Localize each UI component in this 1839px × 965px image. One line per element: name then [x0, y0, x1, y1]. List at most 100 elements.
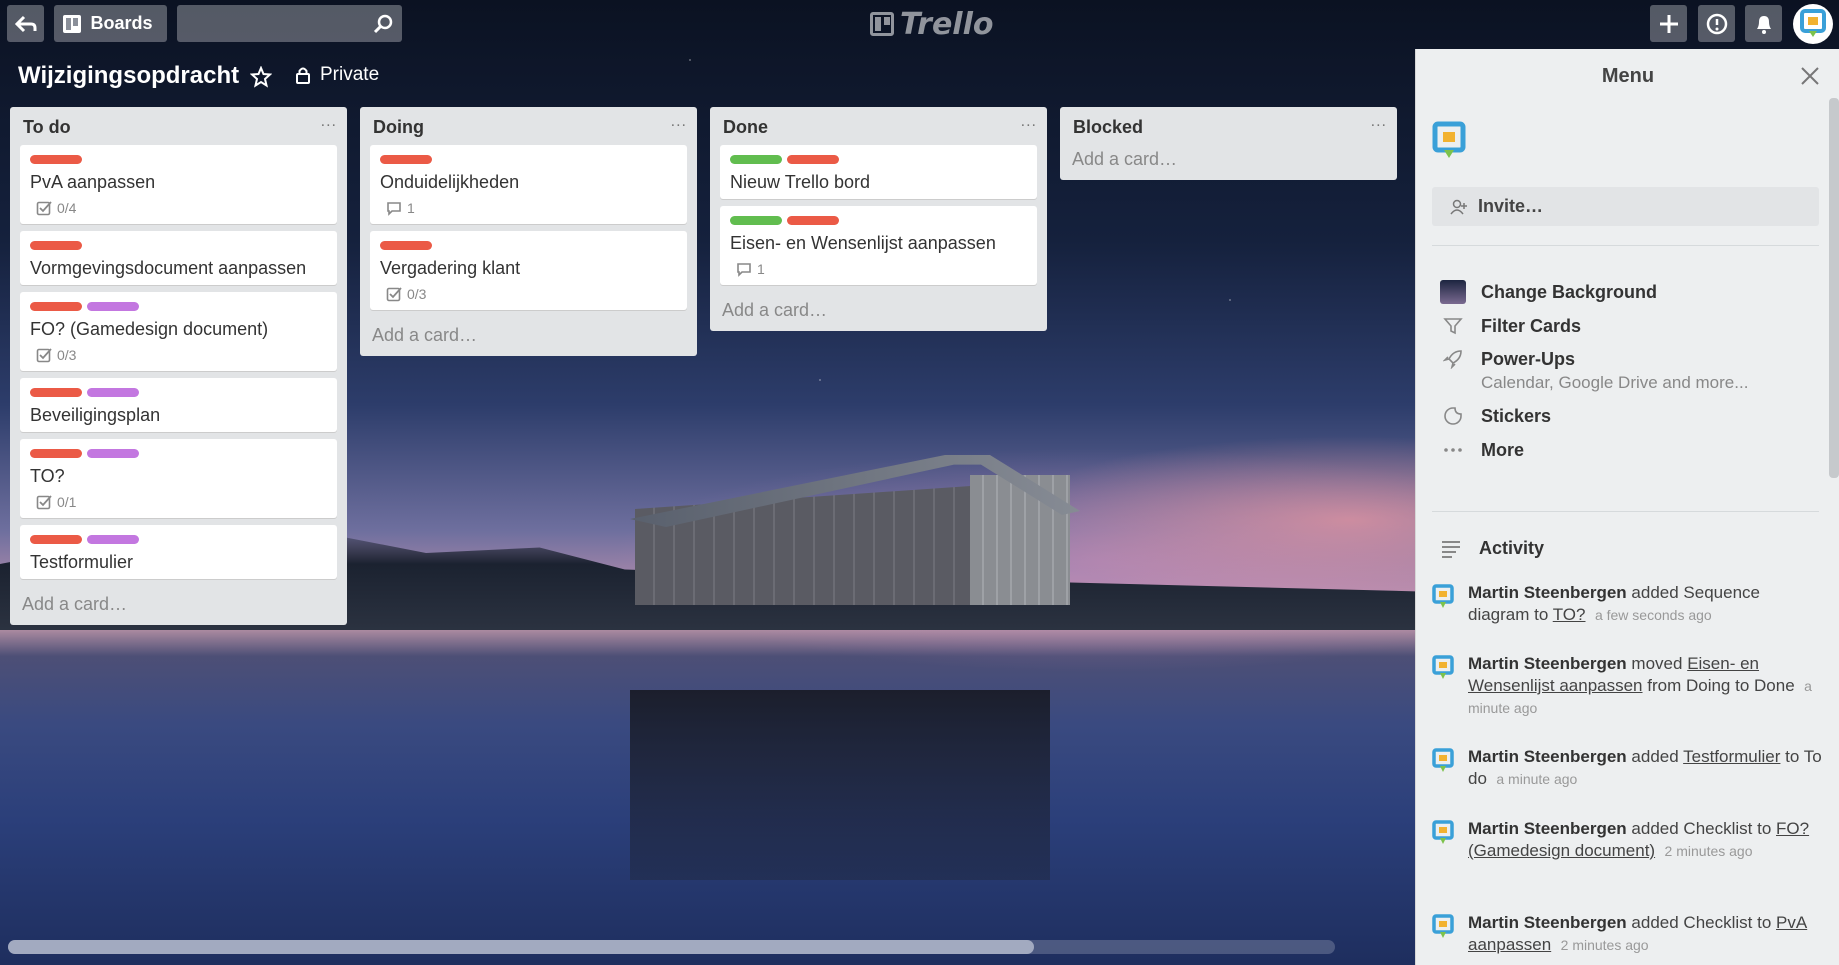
activity-time[interactable]: a minute ago: [1496, 771, 1577, 787]
member-avatar-icon[interactable]: [1432, 914, 1456, 940]
card-title: TO?: [30, 466, 65, 486]
card-vergadering-klant[interactable]: Vergadering klant 0/3: [370, 231, 687, 310]
board-title[interactable]: Wijzigingsopdracht: [18, 62, 239, 90]
label-red: [30, 388, 82, 397]
divider: [1432, 511, 1819, 512]
back-arrow-icon: [14, 15, 36, 32]
activity-time[interactable]: 2 minutes ago: [1665, 843, 1753, 859]
card-title: Onduidelijkheden: [380, 172, 520, 192]
comment-badge: 1: [730, 259, 1027, 279]
notifications-button[interactable]: [1745, 5, 1782, 42]
add-card-button[interactable]: Add a card…: [720, 292, 1037, 321]
list-header: Done ...: [720, 107, 1037, 145]
back-button[interactable]: [7, 5, 44, 42]
label-red: [30, 155, 82, 164]
activity-item: Martin Steenbergen moved Eisen- en Wense…: [1432, 653, 1822, 719]
add-card-button[interactable]: Add a card…: [1070, 145, 1387, 170]
card-eisen-wensenlijst[interactable]: Eisen- en Wensenlijst aanpassen 1: [720, 206, 1037, 285]
top-header: Boards Trello: [0, 0, 1839, 47]
activity-item: Martin Steenbergen added Testformulier t…: [1432, 746, 1822, 790]
label-green: [730, 155, 782, 164]
add-button[interactable]: [1650, 5, 1687, 42]
card-to[interactable]: TO? 0/1: [20, 439, 337, 518]
filter-icon: [1440, 314, 1466, 338]
card-labels: [30, 241, 327, 250]
card-fo-gamedesign[interactable]: FO? (Gamedesign document) 0/3: [20, 292, 337, 371]
activity-user[interactable]: Martin Steenbergen: [1468, 913, 1627, 932]
stickers-item[interactable]: Stickers: [1440, 404, 1551, 428]
invite-button[interactable]: Invite…: [1432, 187, 1819, 226]
activity-icon: [1442, 540, 1460, 558]
activity-user[interactable]: Martin Steenbergen: [1468, 747, 1627, 766]
activity-text: Martin Steenbergen moved Eisen- en Wense…: [1468, 653, 1822, 719]
card-vormgevingsdocument[interactable]: Vormgevingsdocument aanpassen: [20, 231, 337, 285]
card-pva-aanpassen[interactable]: PvA aanpassen 0/4: [20, 145, 337, 224]
menu-sidebar: Menu Invite… Change Background Filter Ca…: [1415, 49, 1839, 965]
list-menu-icon[interactable]: ...: [1021, 113, 1037, 131]
checklist-badge: 0/3: [380, 284, 677, 304]
list-done: Done ... Nieuw Trello bord Eisen- en Wen…: [710, 107, 1047, 331]
card-onduidelijkheden[interactable]: Onduidelijkheden 1: [370, 145, 687, 224]
search-icon[interactable]: [372, 13, 394, 35]
list-title[interactable]: Doing: [373, 117, 424, 138]
info-button[interactable]: [1698, 5, 1735, 42]
activity-time[interactable]: 2 minutes ago: [1561, 937, 1649, 953]
member-avatar-icon[interactable]: [1432, 655, 1456, 681]
add-member-icon: [1450, 199, 1467, 214]
activity-time[interactable]: a few seconds ago: [1595, 607, 1712, 623]
trello-logo[interactable]: Trello: [870, 6, 994, 42]
menu-item-label: Power-Ups: [1481, 349, 1576, 369]
activity-user[interactable]: Martin Steenbergen: [1468, 819, 1627, 838]
card-nieuw-trello-bord[interactable]: Nieuw Trello bord: [720, 145, 1037, 199]
search-box[interactable]: [177, 5, 402, 42]
label-red: [380, 155, 432, 164]
activity-header: Activity: [1440, 538, 1544, 559]
activity-user[interactable]: Martin Steenbergen: [1468, 583, 1627, 602]
close-icon[interactable]: [1799, 65, 1821, 87]
list-menu-icon[interactable]: ...: [671, 113, 687, 131]
card-title: Vormgevingsdocument aanpassen: [30, 258, 307, 278]
user-avatar[interactable]: [1793, 4, 1833, 44]
list-title[interactable]: Done: [723, 117, 768, 138]
boathouse-image: [630, 455, 1080, 655]
menu-item-label: Filter Cards: [1481, 316, 1582, 336]
more-item[interactable]: More: [1440, 438, 1524, 462]
list-menu-icon[interactable]: ...: [1371, 113, 1387, 131]
activity-card-link[interactable]: Testformulier: [1683, 747, 1780, 766]
add-card-button[interactable]: Add a card…: [370, 317, 687, 346]
logo-text: Trello: [900, 6, 994, 42]
comment-badge: 1: [380, 198, 677, 218]
visibility-button[interactable]: Private: [295, 64, 379, 86]
sticker-icon: [1440, 404, 1466, 428]
search-input[interactable]: [177, 5, 367, 42]
list-menu-icon[interactable]: ...: [321, 113, 337, 131]
list-title[interactable]: To do: [23, 117, 71, 138]
activity-card-link[interactable]: TO?: [1553, 605, 1586, 624]
activity-user[interactable]: Martin Steenbergen: [1468, 654, 1627, 673]
filter-cards-item[interactable]: Filter Cards: [1440, 314, 1581, 338]
checklist-icon: [36, 348, 52, 363]
list-title[interactable]: Blocked: [1073, 117, 1143, 138]
member-avatar-icon[interactable]: [1432, 584, 1456, 610]
checklist-count: 0/4: [57, 200, 77, 216]
star-icon[interactable]: [250, 66, 272, 88]
member-avatar-icon[interactable]: [1432, 820, 1456, 846]
power-ups-item[interactable]: Power-Ups Calendar, Google Drive and mor…: [1440, 347, 1748, 393]
activity-item: Martin Steenbergen added Checklist to Pv…: [1432, 912, 1822, 956]
change-background-item[interactable]: Change Background: [1440, 280, 1657, 304]
comment-icon: [737, 263, 751, 277]
card-beveiligingsplan[interactable]: Beveiligingsplan: [20, 378, 337, 432]
add-card-button[interactable]: Add a card…: [20, 586, 337, 615]
horizontal-scrollbar-thumb[interactable]: [8, 940, 1034, 954]
activity-text: Martin Steenbergen added Testformulier t…: [1468, 746, 1822, 790]
checklist-badge: 0/1: [30, 492, 327, 512]
vertical-scrollbar[interactable]: [1829, 98, 1839, 478]
member-avatar-icon[interactable]: [1432, 748, 1456, 774]
background-thumbnail-icon: [1440, 280, 1466, 304]
activity-text: Martin Steenbergen added Sequence diagra…: [1468, 582, 1822, 626]
card-testformulier[interactable]: Testformulier: [20, 525, 337, 579]
boards-button[interactable]: Boards: [54, 5, 167, 42]
more-dots-icon: [1440, 438, 1466, 462]
member-avatar[interactable]: [1432, 121, 1468, 161]
activity-action-suffix: from Doing to Done: [1642, 676, 1795, 695]
